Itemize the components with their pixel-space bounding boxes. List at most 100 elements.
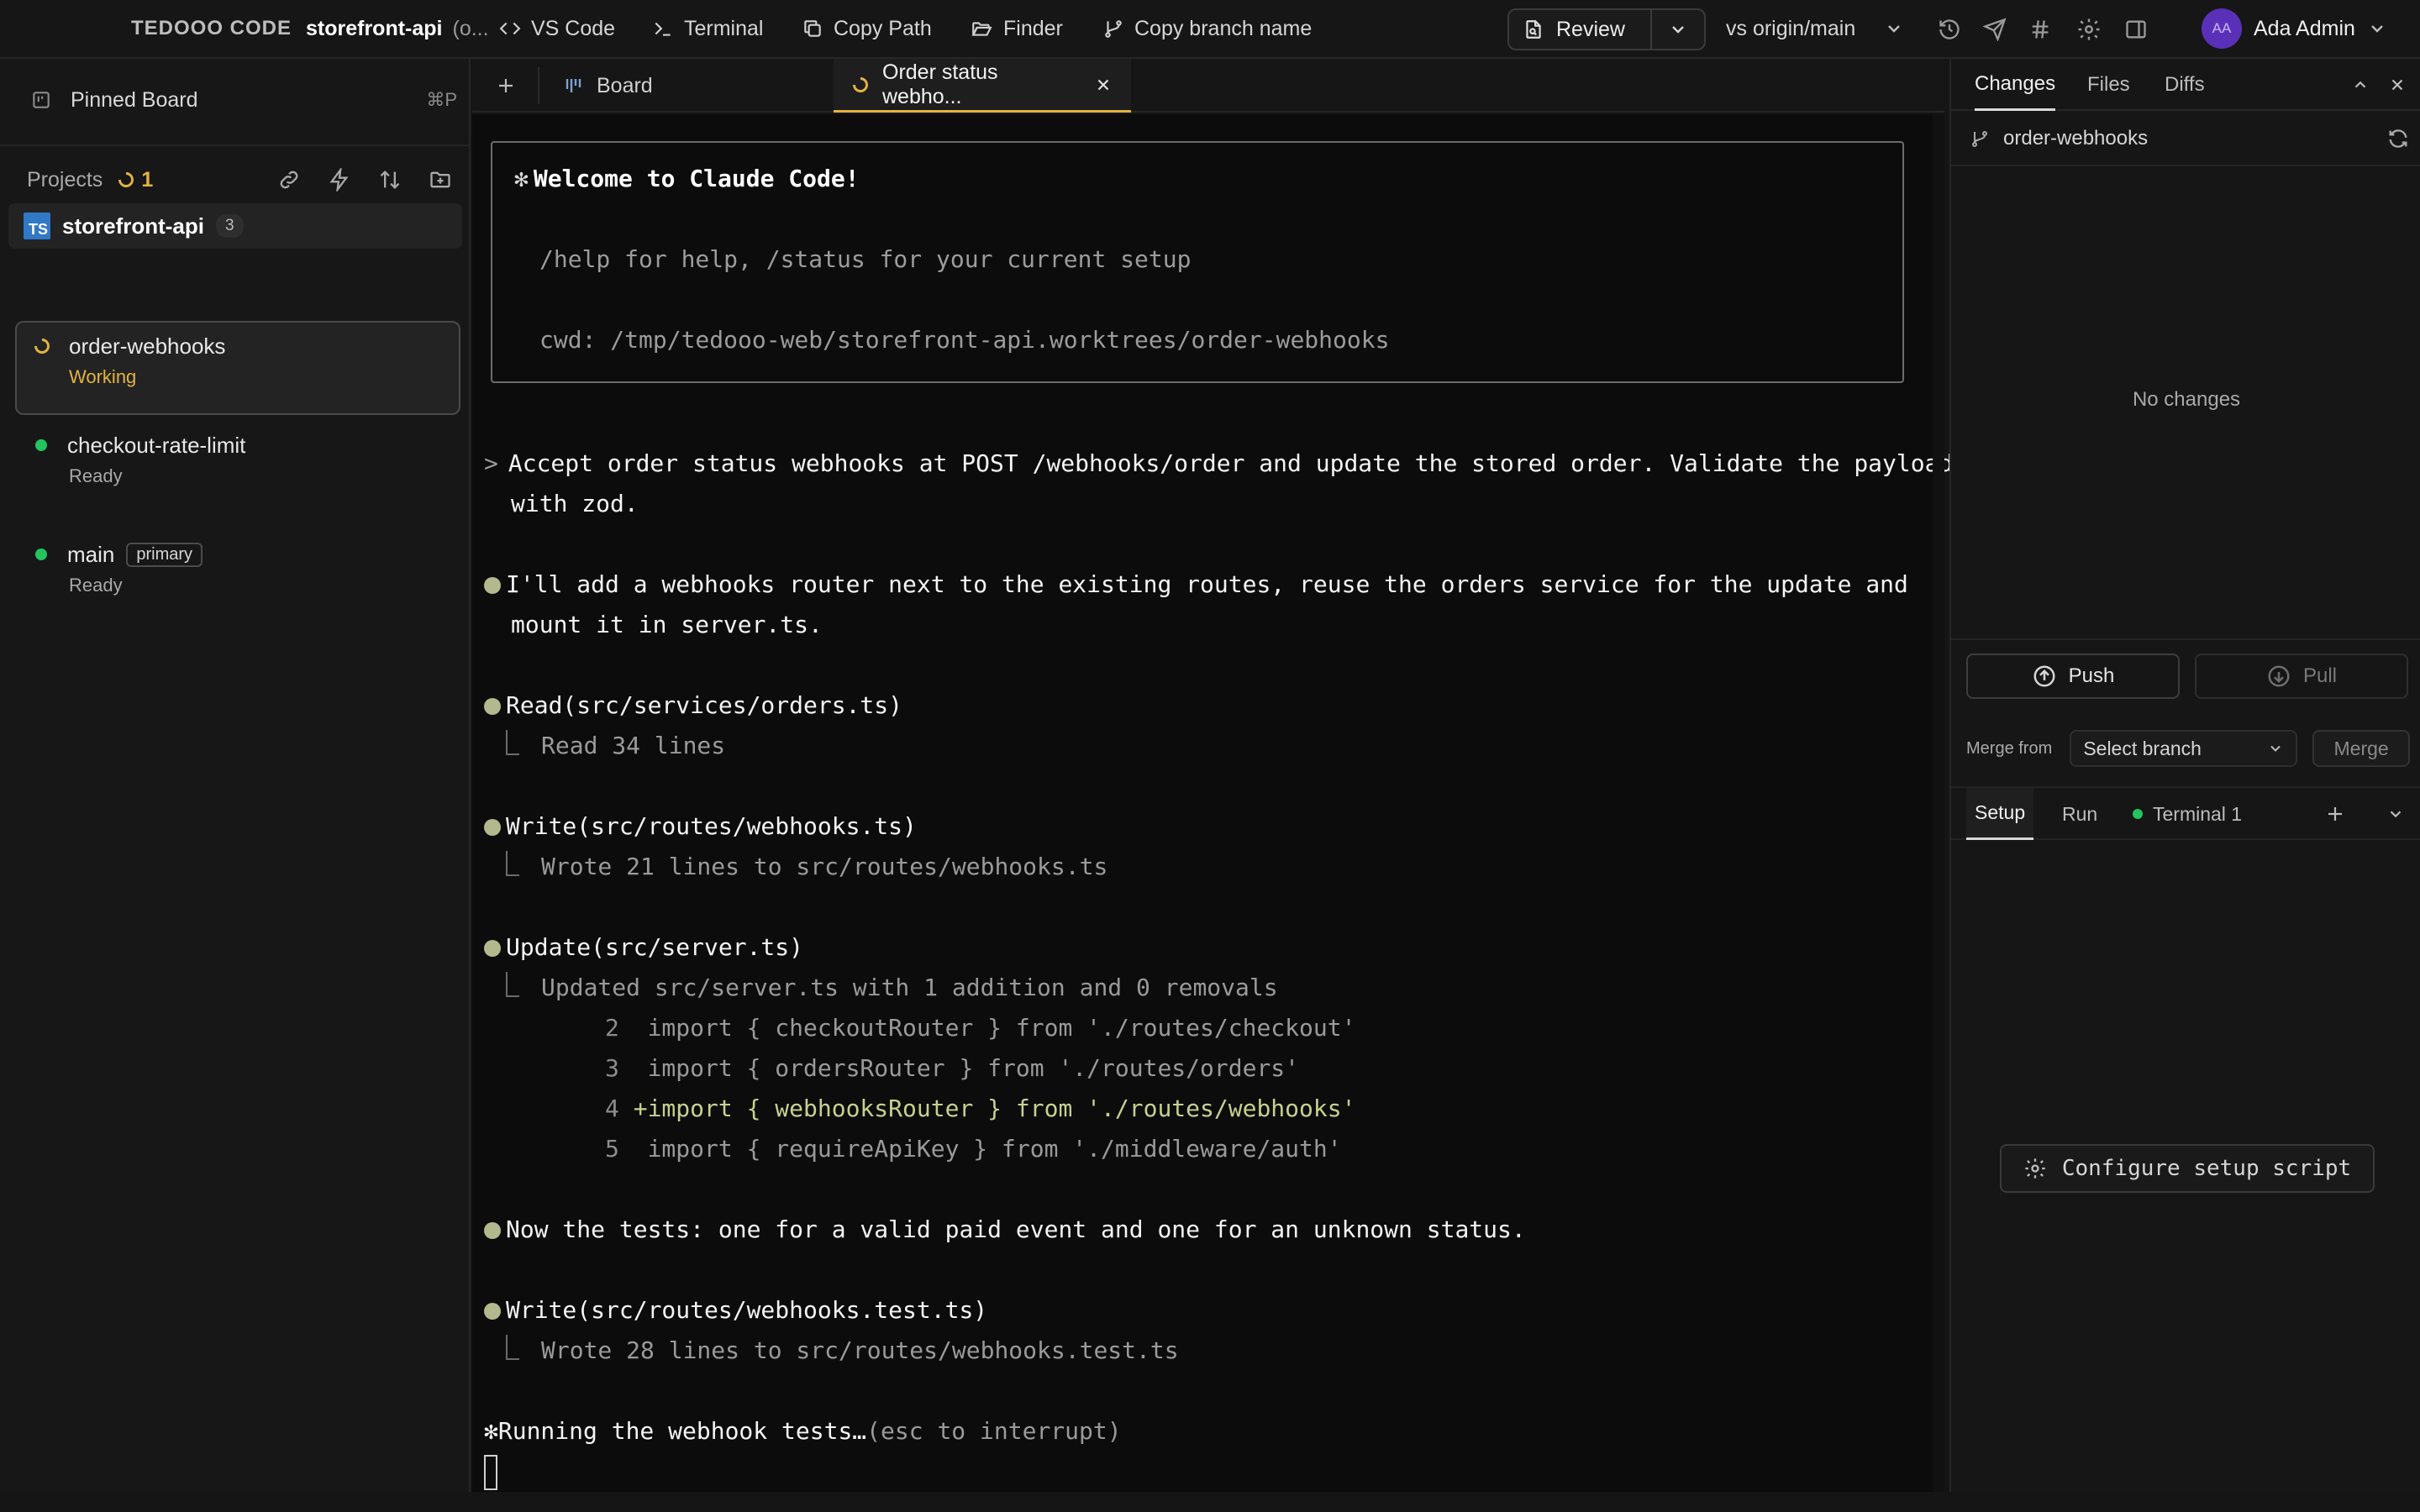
- right-panel-tabs: Changes Files Diffs: [1951, 59, 2420, 111]
- close-icon: [1094, 76, 1113, 94]
- close-tab-button[interactable]: [1094, 76, 1113, 94]
- right-panel: Changes Files Diffs order-webhooks No ch…: [1949, 59, 2420, 1512]
- send-button[interactable]: [1980, 14, 2010, 45]
- assistant-message-continued: mount it in server.ts.: [511, 611, 823, 638]
- pull-button[interactable]: Pull: [2195, 654, 2408, 699]
- interrupt-hint: (esc to interrupt): [866, 1417, 1122, 1445]
- tab-board[interactable]: Board: [544, 59, 671, 113]
- open-terminal-button[interactable]: Terminal: [652, 0, 763, 57]
- merge-branch-select[interactable]: Select branch: [2070, 730, 2298, 767]
- status-dot: [2133, 809, 2143, 819]
- user-prompt: > Accept order status webhooks at POST /w…: [484, 449, 1954, 477]
- open-vscode-button[interactable]: VS Code: [499, 0, 615, 57]
- open-finder-button[interactable]: Finder: [970, 0, 1063, 57]
- tab-order-status-webhooks[interactable]: Order status webho...: [834, 59, 1131, 113]
- tree-elbow: [506, 851, 519, 876]
- tool-call-update: Update(src/server.ts): [484, 927, 803, 968]
- compare-target-select[interactable]: vs origin/main: [1726, 0, 1904, 57]
- user-prompt-continued: with zod.: [511, 490, 639, 517]
- review-dropdown-button[interactable]: [1652, 10, 1704, 49]
- quick-action-button[interactable]: [324, 165, 355, 195]
- board-icon: [30, 89, 52, 111]
- tab-terminal-1[interactable]: Terminal 1: [2133, 788, 2242, 840]
- sidebar: Pinned Board ⌘P Projects 1 TS storefront…: [0, 59, 471, 1512]
- settings-button[interactable]: [2074, 14, 2104, 45]
- tree-elbow: [506, 1335, 519, 1360]
- bottom-panel-menu-button[interactable]: [2383, 801, 2408, 827]
- project-item-storefront-api[interactable]: TS storefront-api 3: [8, 203, 462, 249]
- terminal-scrollbar[interactable]: [1933, 114, 1944, 1492]
- top-bar: TEDOOO CODE storefront-api (o... VS Code…: [0, 0, 2420, 59]
- tree-elbow: [506, 972, 519, 997]
- tab-setup[interactable]: Setup: [1966, 788, 2034, 840]
- projects-actions: [274, 165, 455, 195]
- spinner-icon: [852, 76, 869, 93]
- app-brand: TEDOOO CODE: [131, 17, 292, 39]
- copy-icon: [802, 18, 823, 39]
- current-branch-row: order-webhooks: [1970, 119, 2410, 158]
- refresh-button[interactable]: [2386, 127, 2410, 150]
- chevron-down-icon: [2267, 740, 2284, 757]
- user-menu[interactable]: AA Ada Admin: [2202, 0, 2387, 57]
- tab-files[interactable]: Files: [2087, 59, 2130, 111]
- configure-setup-script-button[interactable]: Configure setup script: [2000, 1144, 2375, 1193]
- copy-path-button[interactable]: Copy Path: [802, 0, 932, 57]
- close-icon: [2388, 76, 2407, 94]
- add-folder-button[interactable]: [425, 165, 455, 195]
- project-title-name: storefront-api: [306, 16, 443, 40]
- folder-open-icon: [970, 18, 993, 39]
- worktree-status: Ready: [69, 575, 123, 596]
- worktree-name: main: [67, 541, 115, 567]
- worktree-item-main[interactable]: main primary Ready: [15, 538, 460, 596]
- project-title-suffix: (o...: [452, 16, 489, 40]
- git-branch-icon: [1970, 129, 1990, 149]
- bullet-dot: [484, 940, 501, 957]
- channels-button[interactable]: [2025, 14, 2055, 45]
- worktree-item-order-webhooks[interactable]: order-webhooks Working: [15, 321, 460, 415]
- tab-changes[interactable]: Changes: [1975, 59, 2056, 111]
- spinner-icon: [118, 171, 134, 188]
- chevron-up-icon: [2351, 76, 2370, 94]
- spinner-icon: [34, 338, 52, 354]
- user-name: Ada Admin: [2254, 16, 2355, 40]
- pinned-board-label: Pinned Board: [71, 87, 198, 112]
- push-button[interactable]: Push: [1966, 654, 2180, 699]
- merge-row: Merge from Select branch Merge: [1966, 729, 2410, 768]
- tab-run[interactable]: Run: [2062, 788, 2097, 840]
- chevron-down-icon: [2386, 805, 2405, 823]
- folder-plus-icon: [425, 165, 455, 195]
- bullet-dot: [484, 819, 501, 836]
- tool-call-read: Read(src/services/orders.ts): [484, 685, 902, 726]
- pinned-board-item[interactable]: Pinned Board ⌘P: [13, 81, 457, 119]
- review-button[interactable]: Review: [1509, 10, 1652, 49]
- running-status: ✻Running the webhook tests…(esc to inter…: [484, 1417, 1122, 1445]
- status-dot: [35, 549, 47, 560]
- tab-label: Board: [597, 73, 653, 97]
- gear-icon: [2076, 17, 2102, 42]
- new-tab-button[interactable]: [491, 71, 521, 101]
- asterisk-icon: ✻: [484, 1417, 498, 1445]
- assistant-message: Now the tests: one for a valid paid even…: [484, 1210, 1526, 1250]
- project-title: storefront-api (o...: [306, 0, 489, 57]
- history-button[interactable]: [1934, 14, 1965, 45]
- toggle-panel-button[interactable]: [2121, 14, 2151, 45]
- terminal-cursor[interactable]: [484, 1452, 497, 1492]
- terminal-view[interactable]: ✻ Welcome to Claude Code! /help for help,…: [472, 114, 1953, 1492]
- bullet-dot: [484, 1222, 501, 1239]
- collapse-panel-button[interactable]: [2348, 72, 2373, 97]
- merge-button[interactable]: Merge: [2312, 730, 2410, 767]
- file-search-icon: [1523, 18, 1544, 41]
- arrow-down-circle-icon: [2266, 664, 2291, 689]
- diff-line: 5 import { requireApiKey } from './middl…: [605, 1135, 1342, 1163]
- sort-button[interactable]: [375, 165, 405, 195]
- cursor-block: [484, 1455, 497, 1490]
- sidebar-divider: [0, 144, 469, 146]
- tab-diffs[interactable]: Diffs: [2165, 59, 2205, 111]
- worktree-item-checkout-rate-limit[interactable]: checkout-rate-limit Ready: [15, 428, 460, 487]
- send-icon: [1983, 18, 2007, 41]
- link-project-button[interactable]: [274, 165, 304, 195]
- copy-branch-name-button[interactable]: Copy branch name: [1102, 0, 1312, 57]
- add-terminal-button[interactable]: [2323, 801, 2348, 827]
- close-panel-button[interactable]: [2385, 72, 2410, 97]
- branch-name: order-webhooks: [2003, 127, 2149, 150]
